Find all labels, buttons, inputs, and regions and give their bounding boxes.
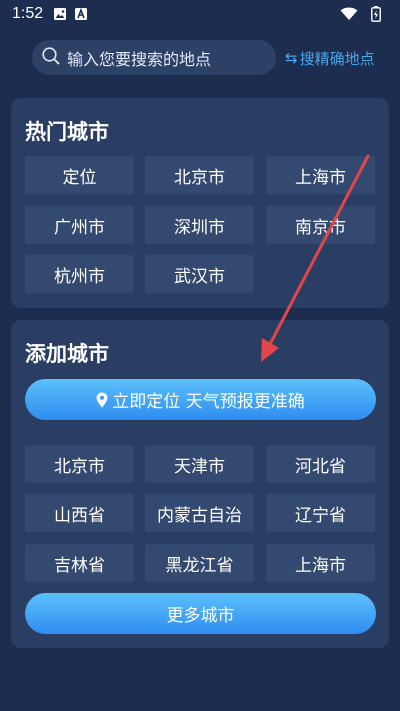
battery-charging-icon <box>371 6 381 22</box>
image-icon <box>53 7 67 21</box>
add-city-card: 添加城市 立即定位 天气预报更准确 北京市 天津市 河北省 山西省 内蒙古自治 … <box>11 320 389 648</box>
hot-city-item[interactable]: 武汉市 <box>145 255 254 293</box>
add-city-item[interactable]: 内蒙古自治 <box>145 494 254 532</box>
search-placeholder: 输入您要搜索的地点 <box>67 49 212 69</box>
hot-cities-title: 热门城市 <box>25 120 109 144</box>
add-city-item[interactable]: 天津市 <box>145 445 254 483</box>
hot-city-item[interactable]: 杭州市 <box>25 255 134 293</box>
precise-location-link[interactable]: ⇆ 搜精确地点 <box>285 46 375 70</box>
locate-now-label: 立即定位 天气预报更准确 <box>112 392 305 412</box>
wifi-icon <box>340 7 358 21</box>
hot-city-item[interactable]: 深圳市 <box>145 206 254 244</box>
status-bar: 1:52 <box>0 0 400 28</box>
status-time: 1:52 <box>12 5 44 22</box>
hot-city-item[interactable]: 定位 <box>25 156 134 194</box>
a-box-icon <box>74 7 88 21</box>
hot-cities-card: 热门城市 定位 北京市 上海市 广州市 深圳市 南京市 杭州市 武汉市 <box>11 98 389 308</box>
add-city-item[interactable]: 辽宁省 <box>266 494 375 532</box>
add-city-item[interactable]: 吉林省 <box>25 544 134 582</box>
add-city-item[interactable]: 黑龙江省 <box>145 544 254 582</box>
add-city-item[interactable]: 北京市 <box>25 445 134 483</box>
add-city-item[interactable]: 上海市 <box>266 544 375 582</box>
hot-city-item[interactable]: 上海市 <box>266 156 375 194</box>
add-city-item[interactable]: 河北省 <box>266 445 375 483</box>
search-input[interactable]: 输入您要搜索的地点 <box>32 40 276 75</box>
hot-city-item[interactable]: 北京市 <box>145 156 254 194</box>
location-pin-icon <box>96 392 108 408</box>
precise-location-label: 搜精确地点 <box>299 49 375 68</box>
add-city-title: 添加城市 <box>25 342 109 366</box>
search-icon <box>41 46 61 70</box>
swap-arrows-icon: ⇆ <box>285 49 298 67</box>
add-city-item[interactable]: 山西省 <box>25 494 134 532</box>
hot-city-item[interactable]: 广州市 <box>25 206 134 244</box>
hot-city-item[interactable]: 南京市 <box>266 206 375 244</box>
more-cities-button[interactable]: 更多城市 <box>25 593 376 634</box>
locate-now-button[interactable]: 立即定位 天气预报更准确 <box>25 379 376 420</box>
